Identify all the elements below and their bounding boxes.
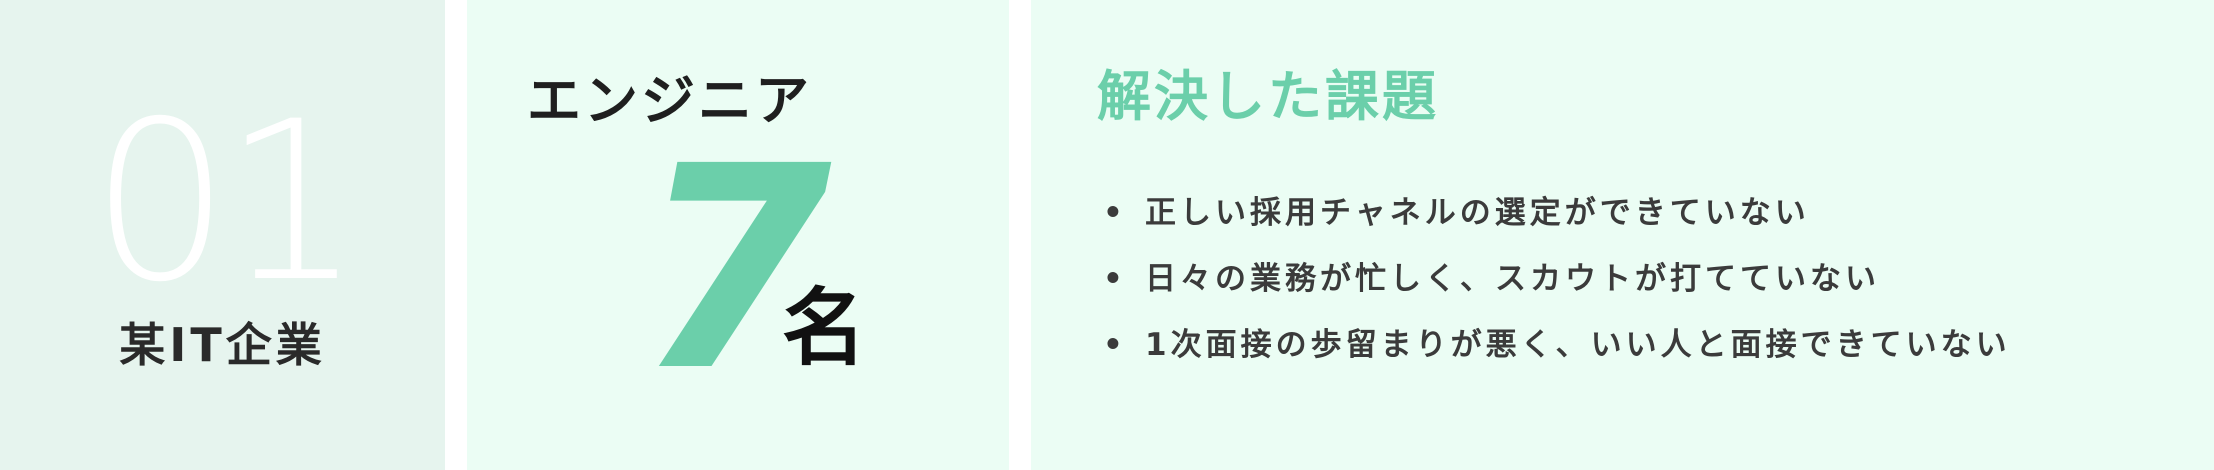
company-name: 某IT企業 (119, 318, 326, 372)
issue-text: 正しい採用チャネルの選定ができていない (1145, 195, 1810, 231)
issue-item: • 正しい採用チャネルの選定ができていない (1091, 180, 2011, 246)
issue-item: • 日々の業務が忙しく、スカウトが打てていない (1091, 246, 2011, 312)
case-number: 01 (90, 74, 363, 330)
headcount-unit: 名 (782, 279, 867, 377)
bullet-icon: • (1103, 261, 1127, 297)
company-card: 01 某IT企業 (0, 0, 445, 470)
bullet-icon: • (1103, 195, 1127, 231)
bullet-icon: • (1103, 327, 1127, 363)
role-card: エンジニア 7 名 (467, 0, 1009, 470)
issue-text: 1次面接の歩留まりが悪く、いい人と面接できていない (1145, 327, 2011, 363)
issue-item: • 1次面接の歩留まりが悪く、いい人と面接できていない (1091, 312, 2011, 378)
issue-text: 日々の業務が忙しく、スカウトが打てていない (1145, 261, 1880, 297)
issues-title: 解決した課題 (1097, 65, 1439, 128)
issues-list: • 正しい採用チャネルの選定ができていない • 日々の業務が忙しく、スカウトが打… (1091, 180, 2011, 378)
issues-card: 解決した課題 • 正しい採用チャネルの選定ができていない • 日々の業務が忙しく… (1031, 0, 2214, 470)
